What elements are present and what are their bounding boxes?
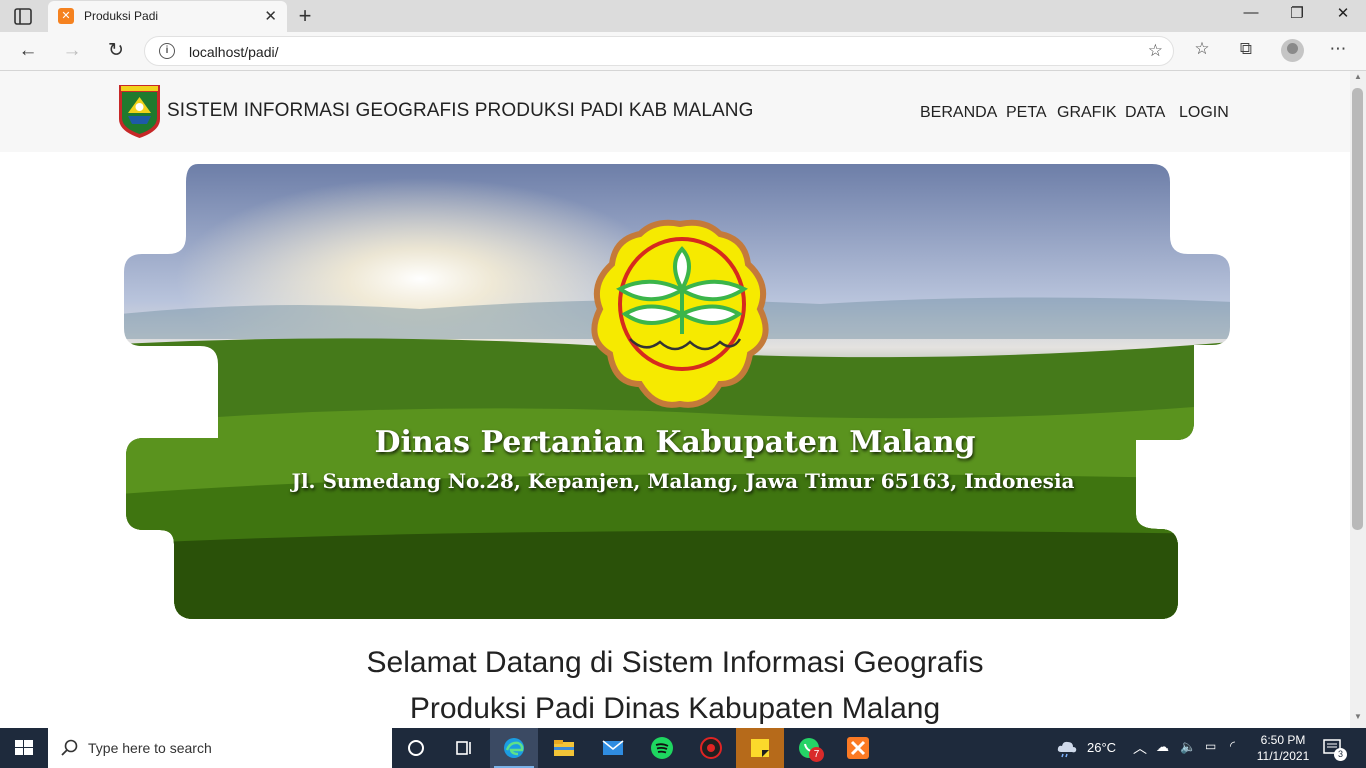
collections-icon[interactable]: ⧉ <box>1234 39 1258 59</box>
battery-icon[interactable]: ▭ <box>1205 739 1216 753</box>
xampp-taskbar-icon[interactable] <box>834 728 882 768</box>
dinas-pertanian-emblem-icon <box>591 219 769 408</box>
favorites-icon[interactable]: ☆ <box>1190 39 1214 59</box>
cortana-icon[interactable] <box>392 728 440 768</box>
browser-tab-bar: ✕ Produksi Padi ✕ + — ❐ ✕ <box>0 0 1366 32</box>
web-page: SISTEM INFORMASI GEOGRAFIS PRODUKSI PADI… <box>0 71 1350 728</box>
hero-banner <box>124 164 1230 619</box>
clock-time: 6:50 PM <box>1260 733 1306 747</box>
back-icon[interactable]: ← <box>15 38 41 64</box>
mail-icon[interactable] <box>589 728 637 768</box>
welcome-heading-line1: Selamat Datang di Sistem Informasi Geogr… <box>366 646 984 679</box>
refresh-icon[interactable]: ↻ <box>103 38 129 64</box>
weather-cloud-icon[interactable] <box>1056 738 1078 758</box>
nav-beranda[interactable]: BERANDA <box>920 104 997 122</box>
hero-title: Dinas Pertanian Kabupaten Malang <box>374 425 976 460</box>
site-brand-title[interactable]: SISTEM INFORMASI GEOGRAFIS PRODUKSI PADI… <box>167 100 753 122</box>
url-text[interactable]: localhost/padi/ <box>189 44 279 60</box>
more-options-icon[interactable]: ⋯ <box>1326 39 1350 59</box>
kabupaten-malang-logo-icon[interactable] <box>117 83 162 139</box>
sticky-notes-icon[interactable] <box>736 728 784 768</box>
taskbar-search-box[interactable]: Type here to search <box>48 728 392 768</box>
app-red-icon[interactable] <box>687 728 735 768</box>
scroll-down-icon[interactable]: ▼ <box>1352 712 1364 722</box>
tray-chevron-up-icon[interactable]: ︿ <box>1133 738 1147 758</box>
onedrive-icon[interactable]: ☁ <box>1156 739 1169 755</box>
action-center-icon[interactable]: 3 <box>1322 737 1347 761</box>
windows-taskbar: Type here to search 7 26°C ︿ ☁ 🔈 ▭ ◜ 6:5 <box>0 728 1366 768</box>
close-tab-icon[interactable]: ✕ <box>264 7 277 25</box>
nav-peta[interactable]: PETA <box>1006 104 1047 122</box>
scroll-thumb[interactable] <box>1352 88 1363 530</box>
hero-address: Jl. Sumedang No.28, Kepanjen, Malang, Ja… <box>291 469 1075 493</box>
clock-date: 11/1/2021 <box>1256 749 1310 763</box>
edge-taskbar-icon[interactable] <box>490 728 538 768</box>
nav-data[interactable]: DATA <box>1125 104 1165 122</box>
search-icon <box>61 739 78 756</box>
volume-icon[interactable]: 🔈 <box>1180 739 1196 755</box>
task-view-icon[interactable] <box>440 728 488 768</box>
address-bar[interactable]: i localhost/padi/ ☆ <box>144 36 1174 66</box>
new-tab-icon[interactable]: + <box>294 3 316 29</box>
nav-grafik[interactable]: GRAFIK <box>1057 104 1117 122</box>
nav-login[interactable]: LOGIN <box>1179 104 1229 122</box>
whatsapp-icon[interactable]: 7 <box>785 728 833 768</box>
file-explorer-icon[interactable] <box>540 728 588 768</box>
weather-temperature[interactable]: 26°C <box>1087 740 1116 755</box>
taskbar-clock[interactable]: 6:50 PM 11/1/2021 <box>1250 732 1316 764</box>
xampp-favicon-icon: ✕ <box>58 8 74 24</box>
welcome-heading-line2: Produksi Padi Dinas Kabupaten Malang <box>409 692 941 725</box>
spotify-icon[interactable] <box>638 728 686 768</box>
browser-toolbar: ← → ↻ i localhost/padi/ ☆ ☆ ⧉ ⋯ <box>0 32 1366 71</box>
restore-icon[interactable]: ❐ <box>1274 4 1320 22</box>
browser-tab[interactable]: ✕ Produksi Padi ✕ <box>48 1 287 32</box>
minimize-icon[interactable]: — <box>1228 4 1274 21</box>
wifi-icon[interactable]: ◜ <box>1230 738 1235 754</box>
tab-actions-icon[interactable] <box>12 8 36 26</box>
profile-avatar[interactable] <box>1281 39 1304 62</box>
forward-icon[interactable]: → <box>59 38 85 64</box>
site-navbar: SISTEM INFORMASI GEOGRAFIS PRODUKSI PADI… <box>0 71 1350 152</box>
tab-title: Produksi Padi <box>84 9 159 23</box>
add-favorite-icon[interactable]: ☆ <box>1148 41 1163 61</box>
whatsapp-unread-badge: 7 <box>809 747 824 762</box>
close-window-icon[interactable]: ✕ <box>1320 4 1366 22</box>
site-info-icon[interactable]: i <box>159 43 175 59</box>
windows-start-icon[interactable] <box>0 728 48 768</box>
scroll-up-icon[interactable]: ▲ <box>1352 72 1364 82</box>
notification-count-badge: 3 <box>1334 748 1347 761</box>
search-placeholder[interactable]: Type here to search <box>88 740 212 756</box>
